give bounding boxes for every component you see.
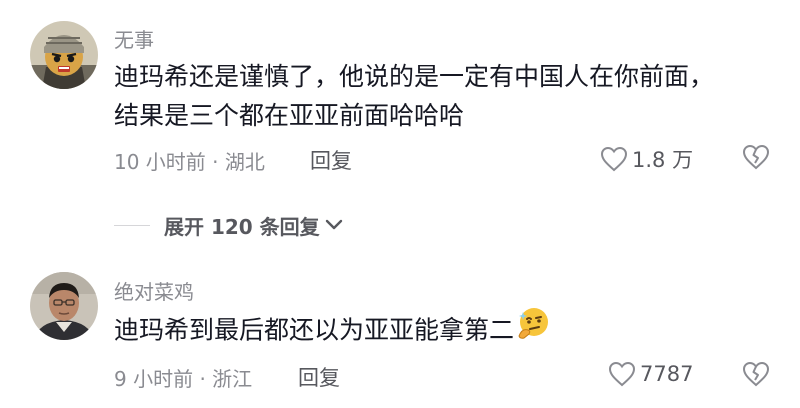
comment-text-row: 迪玛希到最后都还以为亚亚能拿第二 xyxy=(114,306,734,354)
broken-heart-icon xyxy=(742,144,770,170)
comment-text: 迪玛希还是谨慎了，他说的是一定有中国人在你前面，结果是三个都在亚亚前面哈哈哈 xyxy=(114,62,715,130)
comment-meta: 10 小时前 · 湖北 xyxy=(114,150,265,174)
thinking-face-emoji xyxy=(516,306,550,351)
heart-icon xyxy=(600,146,628,172)
dislike-button[interactable] xyxy=(742,361,770,391)
like-count: 1.8 万 xyxy=(632,148,694,172)
comment-meta: 9 小时前 · 浙江 xyxy=(114,367,253,391)
comment-username[interactable]: 绝对菜鸡 xyxy=(114,276,194,305)
reply-button[interactable]: 回复 xyxy=(298,362,340,392)
divider xyxy=(114,224,150,226)
comment-text: 迪玛希到最后都还以为亚亚能拿第二 xyxy=(114,315,515,345)
like-count: 7787 xyxy=(640,362,694,386)
dislike-button[interactable] xyxy=(742,144,770,174)
heart-icon xyxy=(608,361,636,387)
reply-button[interactable]: 回复 xyxy=(310,145,352,175)
expand-replies-button[interactable]: 展开 120 条回复 xyxy=(114,209,344,241)
like-button[interactable]: 1.8 万 xyxy=(600,144,693,174)
photo-avatar-icon xyxy=(30,272,98,340)
avatar[interactable] xyxy=(30,21,98,89)
avatar[interactable] xyxy=(30,272,98,340)
expand-replies-label: 展开 120 条回复 xyxy=(164,214,320,239)
broken-heart-icon xyxy=(742,361,770,387)
comment-username[interactable]: 无事 xyxy=(114,24,154,53)
cartoon-avatar-icon xyxy=(30,21,98,89)
chevron-down-icon xyxy=(324,216,344,235)
like-button[interactable]: 7787 xyxy=(608,361,693,387)
